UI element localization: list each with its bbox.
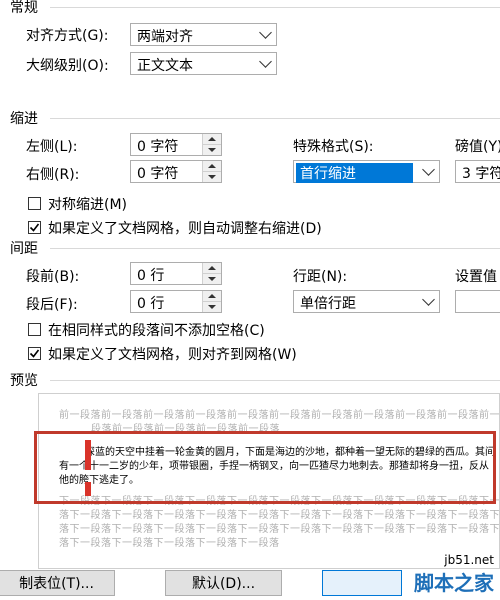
- chevron-down-icon[interactable]: [254, 53, 276, 74]
- preview-next-line: 落下一段落下一段落下一段落下一段落下一段落下一段落下一段落下一段落下一段落下一段…: [59, 524, 500, 535]
- at-value-spinner[interactable]: [455, 290, 500, 313]
- space-before-value[interactable]: 0 行: [137, 265, 164, 285]
- right-indent-spinner[interactable]: 0 字符: [130, 160, 222, 183]
- general-separator: [50, 7, 500, 8]
- mirror-indent-label[interactable]: 对称缩进(M): [48, 194, 127, 214]
- line-spacing-dropdown[interactable]: 单倍行距: [293, 290, 440, 313]
- at-label: 设置值: [455, 269, 497, 285]
- no-space-checkbox[interactable]: [28, 323, 41, 336]
- preview-next-line: 落下一段落下一段落下一段落下一段落下一段落: [59, 538, 280, 549]
- no-space-label[interactable]: 在相同样式的段落间不添加空格(C): [48, 320, 265, 340]
- ok-button[interactable]: [322, 570, 402, 596]
- special-format-dropdown[interactable]: 首行缩进: [293, 160, 440, 183]
- by-value[interactable]: 3 字符: [462, 163, 500, 183]
- checkmark-icon: [29, 223, 40, 232]
- preview-separator: [50, 380, 500, 381]
- tabs-button[interactable]: 制表位(T)...: [0, 570, 115, 596]
- space-after-value[interactable]: 0 行: [137, 293, 164, 313]
- chevron-down-icon[interactable]: [417, 291, 439, 312]
- spacing-separator: [50, 248, 500, 249]
- alignment-value: 两端对齐: [137, 29, 193, 45]
- outline-level-value: 正文文本: [137, 58, 193, 74]
- outline-level-dropdown[interactable]: 正文文本: [130, 52, 277, 75]
- by-label: 磅值(Y): [455, 139, 500, 155]
- line-spacing-value: 单倍行距: [300, 296, 356, 312]
- spin-up-icon[interactable]: [203, 134, 221, 145]
- annotation-indent-marker: [85, 482, 91, 496]
- snap-grid-label[interactable]: 如果定义了文档网格，则对齐到网格(W): [48, 344, 297, 364]
- spin-up-icon[interactable]: [203, 291, 221, 302]
- left-indent-value[interactable]: 0 字符: [137, 136, 178, 156]
- outline-level-label: 大纲级别(O):: [26, 58, 109, 74]
- snap-grid-checkbox[interactable]: [28, 347, 41, 360]
- general-section-title: 常规: [10, 0, 38, 16]
- spin-down-icon[interactable]: [203, 172, 221, 182]
- spin-up-icon[interactable]: [203, 263, 221, 274]
- checkmark-icon: [29, 349, 40, 358]
- preview-section-title: 预览: [10, 373, 38, 389]
- space-before-label: 段前(B):: [26, 269, 80, 285]
- chevron-down-icon[interactable]: [417, 161, 439, 182]
- special-format-value: 首行缩进: [296, 163, 413, 183]
- right-indent-label: 右侧(R):: [26, 167, 80, 183]
- indent-separator: [50, 118, 500, 119]
- special-format-label: 特殊格式(S):: [293, 139, 374, 155]
- spin-down-icon[interactable]: [203, 302, 221, 312]
- auto-adjust-label[interactable]: 如果定义了文档网格，则自动调整右缩进(D): [48, 218, 322, 238]
- line-spacing-label: 行距(N):: [293, 269, 348, 285]
- by-value-spinner[interactable]: 3 字符: [455, 160, 500, 183]
- preview-next-line: 落下一段落下一段落下一段落下一段落下一段落下一段落下一段落下一段落下一段落下一段…: [59, 510, 500, 521]
- left-indent-spinner[interactable]: 0 字符: [130, 133, 222, 156]
- site-watermark: jb51.net 脚本之家: [414, 553, 494, 596]
- spin-down-icon[interactable]: [203, 145, 221, 155]
- annotation-red-box: [34, 431, 496, 504]
- preview-prev-line: 前一段落前一段落前一段落前一段落前一段落前一段落前一段落前一段落前一段落前一段落…: [59, 410, 500, 421]
- default-button[interactable]: 默认(D)...: [165, 570, 282, 596]
- chevron-down-icon[interactable]: [254, 24, 276, 45]
- spacing-section-title: 间距: [10, 241, 38, 257]
- space-after-spinner[interactable]: 0 行: [130, 290, 222, 313]
- spin-down-icon[interactable]: [203, 274, 221, 284]
- watermark-name: 脚本之家: [414, 571, 494, 595]
- space-after-label: 段后(F):: [26, 297, 78, 313]
- alignment-label: 对齐方式(G):: [26, 28, 109, 44]
- annotation-indent-marker: [85, 440, 91, 470]
- spin-up-icon[interactable]: [203, 161, 221, 172]
- auto-adjust-checkbox[interactable]: [28, 221, 41, 234]
- mirror-indent-checkbox[interactable]: [28, 197, 41, 210]
- alignment-dropdown[interactable]: 两端对齐: [130, 23, 277, 46]
- left-indent-label: 左侧(L):: [26, 139, 78, 155]
- indent-section-title: 缩进: [10, 111, 38, 127]
- watermark-url: jb51.net: [444, 553, 494, 567]
- right-indent-value[interactable]: 0 字符: [137, 163, 178, 183]
- space-before-spinner[interactable]: 0 行: [130, 262, 222, 285]
